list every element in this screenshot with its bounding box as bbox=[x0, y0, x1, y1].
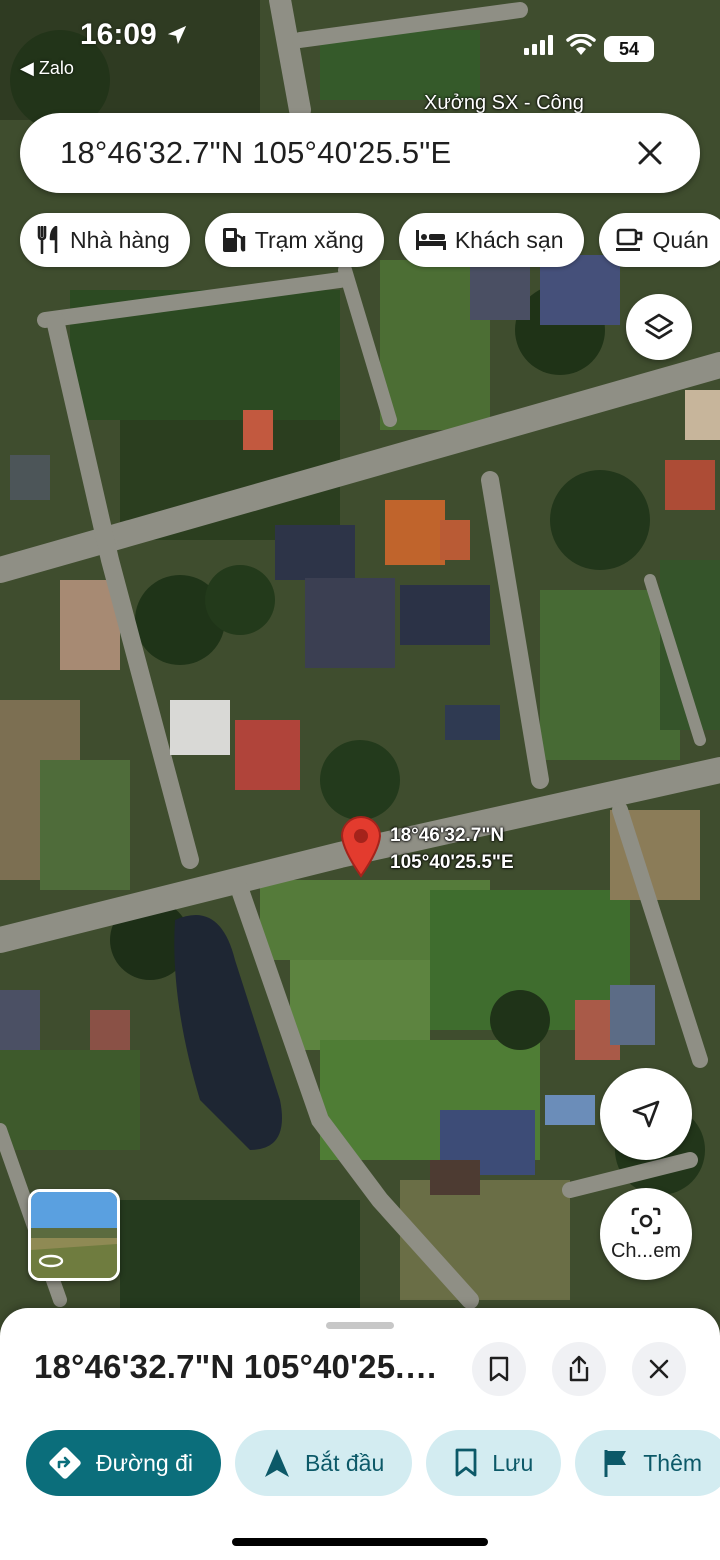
close-sheet-button[interactable] bbox=[632, 1342, 686, 1396]
start-button[interactable]: Bắt đầu bbox=[234, 1430, 413, 1496]
chip-label: Quán bbox=[652, 226, 709, 253]
start-label: Bắt đầu bbox=[304, 1449, 385, 1476]
street-view-thumbnail[interactable] bbox=[28, 1189, 120, 1281]
category-chips: Nhà hàng Trạm xăng Khách sạn Quán bbox=[20, 213, 720, 267]
signal-icon bbox=[524, 35, 553, 55]
directions-label: Đường đi bbox=[96, 1449, 193, 1476]
hotel-icon bbox=[415, 230, 446, 250]
navigation-arrow-icon bbox=[264, 1449, 289, 1477]
bookmark-icon bbox=[489, 1356, 509, 1382]
chip-label: Khách sạn bbox=[454, 226, 564, 253]
gas-station-icon bbox=[222, 228, 245, 252]
location-pin-icon[interactable] bbox=[338, 814, 384, 878]
restaurant-icon bbox=[37, 226, 58, 254]
clear-search-button[interactable] bbox=[630, 133, 670, 173]
battery-indicator: 54 bbox=[604, 36, 654, 62]
navigation-arrow-icon bbox=[632, 1100, 660, 1128]
rotate-360-icon bbox=[38, 1254, 64, 1268]
flag-icon bbox=[604, 1450, 627, 1477]
camera-search-icon bbox=[631, 1207, 661, 1234]
close-icon bbox=[649, 1359, 669, 1379]
bookmark-icon bbox=[455, 1448, 477, 1477]
action-buttons: Đường đi Bắt đầu Lưu Thêm bbox=[26, 1430, 720, 1496]
map-place-label[interactable]: Xưởng SX - Công bbox=[424, 92, 584, 115]
pin-coordinates: 18°46'32.7"N 105°40'25.5"E bbox=[390, 822, 514, 876]
place-bottom-sheet[interactable]: 18°46'32.7"N 105°40'25.5"E Đường đi Bắt … bbox=[0, 1308, 720, 1560]
sheet-drag-handle[interactable] bbox=[326, 1322, 394, 1329]
search-query[interactable]: 18°46'32.7"N 105°40'25.5"E bbox=[60, 135, 630, 171]
lens-search-button[interactable]: Ch...em bbox=[600, 1188, 692, 1280]
back-to-app-link[interactable]: ◀ Zalo bbox=[20, 58, 74, 79]
save-label: Lưu bbox=[492, 1449, 534, 1476]
chip-restaurants[interactable]: Nhà hàng bbox=[20, 213, 190, 267]
share-button[interactable] bbox=[552, 1342, 606, 1396]
chip-label: Nhà hàng bbox=[70, 226, 170, 253]
chip-label: Trạm xăng bbox=[254, 226, 364, 253]
directions-icon bbox=[49, 1447, 81, 1479]
save-button[interactable]: Lưu bbox=[426, 1430, 562, 1496]
my-location-button[interactable] bbox=[600, 1068, 692, 1160]
save-icon-button[interactable] bbox=[472, 1342, 526, 1396]
place-title: 18°46'32.7"N 105°40'25.5"E bbox=[34, 1348, 454, 1385]
lens-label: Ch...em bbox=[610, 1239, 682, 1262]
cafe-icon bbox=[615, 228, 642, 251]
pin-longitude: 105°40'25.5"E bbox=[390, 852, 514, 873]
directions-button[interactable]: Đường đi bbox=[26, 1430, 221, 1496]
wifi-icon bbox=[566, 34, 596, 55]
layers-icon bbox=[644, 313, 674, 340]
chip-hotels[interactable]: Khách sạn bbox=[398, 213, 584, 267]
layers-button[interactable] bbox=[626, 294, 692, 360]
location-arrow-icon bbox=[167, 25, 187, 45]
pin-latitude: 18°46'32.7"N bbox=[390, 825, 505, 846]
close-icon bbox=[638, 141, 662, 165]
chip-gas-stations[interactable]: Trạm xăng bbox=[204, 213, 384, 267]
share-icon bbox=[569, 1355, 589, 1382]
home-indicator[interactable] bbox=[232, 1538, 488, 1546]
add-label-text: Thêm bbox=[643, 1449, 703, 1476]
status-time: 16:09 bbox=[80, 18, 157, 51]
add-label-button[interactable]: Thêm bbox=[575, 1430, 720, 1496]
search-bar[interactable]: 18°46'32.7"N 105°40'25.5"E bbox=[20, 113, 700, 193]
chip-cafes[interactable]: Quán bbox=[598, 213, 720, 267]
